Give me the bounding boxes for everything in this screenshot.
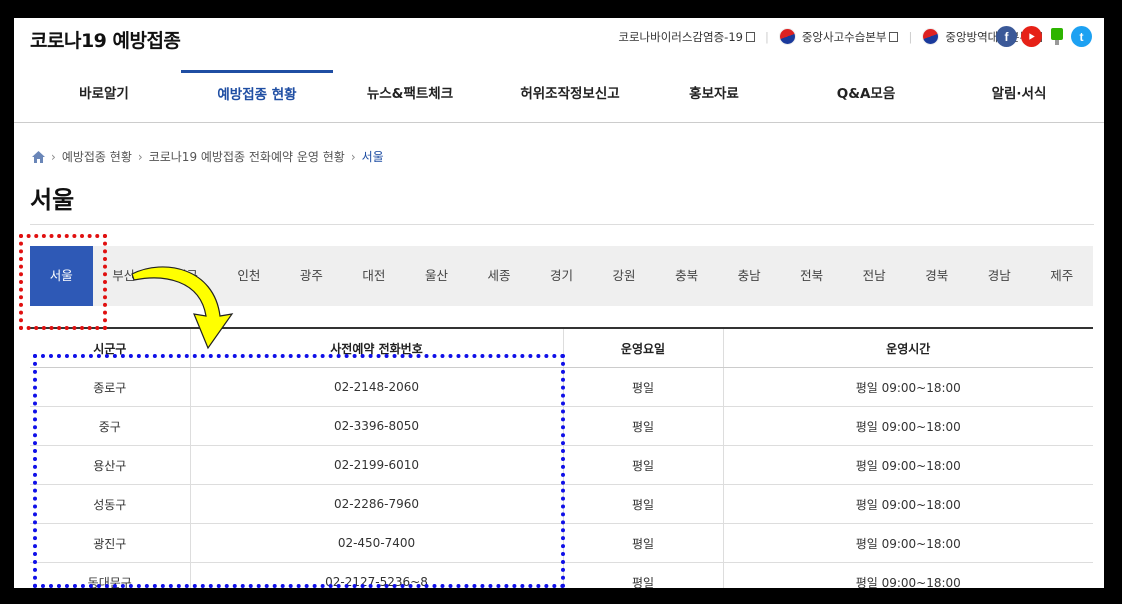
youtube-icon[interactable]: [1021, 26, 1042, 47]
tab-gyeongnam[interactable]: 경남: [968, 246, 1031, 306]
hours-cell: 평일 09:00~18:00: [722, 367, 1093, 407]
tab-gangwon[interactable]: 강원: [593, 246, 656, 306]
tab-gwangju[interactable]: 광주: [280, 246, 343, 306]
nav-item-news-factcheck[interactable]: 뉴스&팩트체크: [340, 70, 480, 122]
nav-item-vaccination-status[interactable]: 예방접종 현황: [181, 70, 333, 125]
hours-cell: 평일 09:00~18:00: [722, 484, 1093, 524]
main-nav: 바로알기 예방접종 현황 뉴스&팩트체크 허위조작정보신고 홍보자료 Q&A모음…: [14, 70, 1104, 123]
chevron-right-icon: ›: [350, 149, 356, 164]
breadcrumb-item[interactable]: 코로나19 예방접종 전화예약 운영 현황: [149, 148, 345, 165]
days-cell: 평일: [562, 367, 723, 407]
blog-icon[interactable]: [1046, 26, 1067, 47]
days-cell: 평일: [562, 523, 723, 563]
tab-gyeonggi[interactable]: 경기: [530, 246, 593, 306]
highlight-box-blue: [33, 354, 565, 588]
site-title[interactable]: 코로나19 예방접종: [30, 26, 181, 53]
tab-gyeongbuk[interactable]: 경북: [905, 246, 968, 306]
home-icon[interactable]: [32, 150, 45, 163]
divider: [30, 224, 1094, 225]
breadcrumb: › 예방접종 현황 › 코로나19 예방접종 전화예약 운영 현황 › 서울: [32, 148, 384, 165]
breadcrumb-current: 서울: [361, 150, 384, 164]
chevron-right-icon: ›: [137, 149, 143, 164]
divider: |: [764, 29, 769, 44]
tab-daejeon[interactable]: 대전: [343, 246, 406, 306]
tab-incheon[interactable]: 인천: [218, 246, 281, 306]
chevron-right-icon: ›: [51, 149, 56, 164]
breadcrumb-item[interactable]: 예방접종 현황: [62, 148, 132, 165]
top-links: 코로나바이러스감염증-19 | 중앙사고수습본부 | 중앙방역대책본부: [618, 28, 1042, 45]
external-link-icon: [745, 31, 755, 42]
tab-jeonbuk[interactable]: 전북: [780, 246, 843, 306]
government-emblem-icon: [922, 28, 940, 45]
facebook-icon[interactable]: f: [996, 26, 1017, 47]
top-link-cdsch[interactable]: 중앙사고수습본부: [778, 28, 899, 45]
region-tabs: 서울 부산 대구 인천 광주 대전 울산 세종 경기 강원 충북 충남 전북 전…: [30, 246, 1093, 306]
nav-item-misinfo-report[interactable]: 허위조작정보신고: [490, 70, 650, 122]
hours-cell: 평일 09:00~18:00: [722, 523, 1093, 563]
page-title: 서울: [30, 186, 75, 214]
top-link-corona[interactable]: 코로나바이러스감염증-19: [618, 29, 755, 45]
highlight-box-red: [19, 234, 107, 330]
days-cell: 평일: [562, 445, 723, 485]
nav-item-promotion[interactable]: 홍보자료: [644, 70, 784, 122]
tab-chungnam[interactable]: 충남: [718, 246, 781, 306]
hours-cell: 평일 09:00~18:00: [722, 406, 1093, 446]
column-header: 운영요일: [562, 327, 723, 368]
browser-page: 코로나19 예방접종 코로나바이러스감염증-19 | 중앙사고수습본부 | 중앙…: [14, 18, 1104, 588]
tab-jeju[interactable]: 제주: [1031, 246, 1094, 306]
external-link-icon: [889, 31, 899, 42]
days-cell: 평일: [562, 562, 723, 588]
nav-item-about[interactable]: 바로알기: [34, 70, 174, 122]
nav-item-notice[interactable]: 알림·서식: [949, 70, 1089, 122]
government-emblem-icon: [778, 28, 796, 45]
tab-chungbuk[interactable]: 충북: [655, 246, 718, 306]
tab-jeonnam[interactable]: 전남: [843, 246, 906, 306]
divider: |: [908, 29, 913, 44]
column-header: 운영시간: [722, 327, 1093, 368]
nav-item-qna[interactable]: Q&A모음: [796, 70, 936, 122]
tab-daegu[interactable]: 대구: [155, 246, 218, 306]
days-cell: 평일: [562, 406, 723, 446]
hours-cell: 평일 09:00~18:00: [722, 445, 1093, 485]
hours-cell: 평일 09:00~18:00: [722, 562, 1093, 588]
twitter-icon[interactable]: t: [1071, 26, 1092, 47]
sns-links: f t: [992, 26, 1092, 47]
tab-ulsan[interactable]: 울산: [405, 246, 468, 306]
tab-sejong[interactable]: 세종: [468, 246, 531, 306]
days-cell: 평일: [562, 484, 723, 524]
